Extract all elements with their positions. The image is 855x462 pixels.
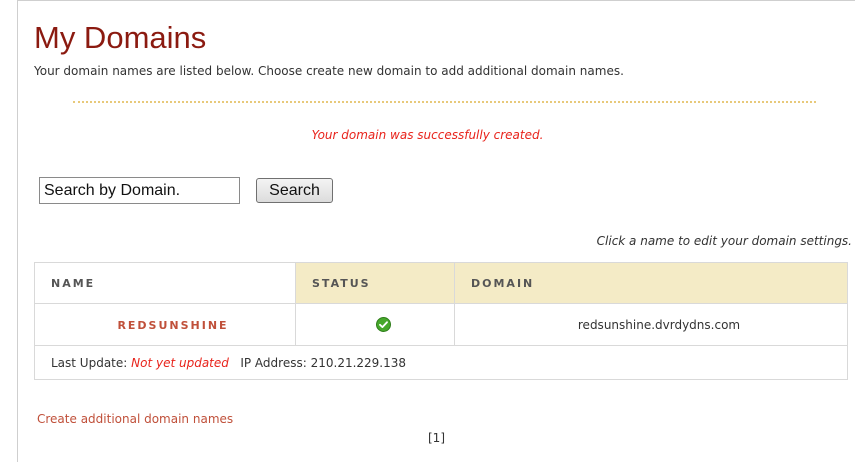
page-subtitle: Your domain names are listed below. Choo… (34, 64, 624, 78)
pagination[interactable]: [1] (428, 431, 445, 445)
domain-name-cell: REDSUNSHINE (34, 303, 296, 346)
update-row: Last Update: Not yet updated IP Address:… (34, 345, 848, 380)
table-row: REDSUNSHINE redsunshine.dvrdydns.com (34, 303, 848, 346)
ip-address-label: IP Address: (240, 355, 307, 370)
update-info-cell: Last Update: Not yet updated IP Address:… (34, 345, 848, 380)
create-domain-link[interactable]: Create additional domain names (37, 412, 233, 426)
dotted-divider (73, 101, 816, 103)
column-header-name: NAME (34, 262, 296, 304)
table-header-row: NAME STATUS DOMAIN (34, 262, 848, 304)
domain-name-link[interactable]: REDSUNSHINE (117, 319, 228, 332)
domain-host-cell: redsunshine.dvrdydns.com (454, 303, 848, 346)
domains-table: NAME STATUS DOMAIN REDSUNSHINE redsunshi… (34, 262, 848, 380)
last-update-label: Last Update: (51, 355, 128, 370)
column-header-domain: DOMAIN (454, 262, 848, 304)
column-header-status: STATUS (295, 262, 455, 304)
last-update-value: Not yet updated (131, 355, 229, 370)
check-circle-icon (375, 317, 391, 332)
ip-address-value: 210.21.229.138 (310, 355, 407, 370)
edit-hint: Click a name to edit your domain setting… (596, 234, 852, 248)
domain-status-cell (295, 303, 455, 346)
search-input[interactable] (39, 177, 240, 204)
success-message: Your domain was successfully created. (311, 128, 544, 142)
search-button[interactable]: Search (256, 178, 333, 203)
page-title: My Domains (34, 20, 207, 55)
